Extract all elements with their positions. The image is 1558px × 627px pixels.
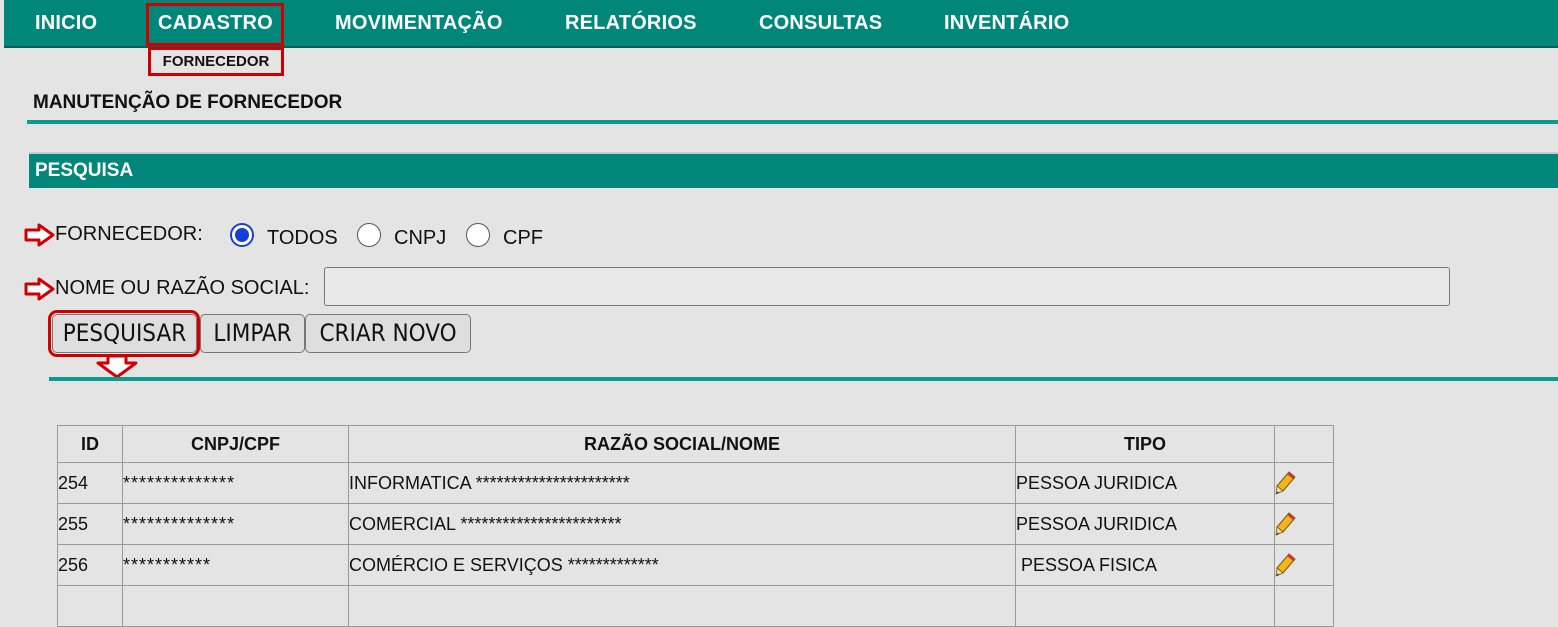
cell-cnpj-cpf: *********** bbox=[122, 544, 349, 586]
cell-id: 254 bbox=[57, 462, 123, 504]
cell-actions bbox=[1274, 462, 1334, 504]
cell-tipo: PESSOA FISICA bbox=[1015, 544, 1275, 586]
table-row[interactable]: 255 ************** COMERCIAL ***********… bbox=[57, 503, 1334, 545]
col-header-cnpj-cpf[interactable]: CNPJ/CPF bbox=[122, 425, 349, 463]
results-table: ID CNPJ/CPF RAZÃO SOCIAL/NOME TIPO 254 *… bbox=[57, 425, 1334, 627]
cell-cnpj-cpf: ************** bbox=[122, 503, 349, 545]
radio-todos-label: TODOS bbox=[267, 227, 338, 249]
submenu-item-fornecedor[interactable]: FORNECEDOR bbox=[148, 47, 284, 76]
table-row[interactable]: 254 ************** INFORMATICA *********… bbox=[57, 462, 1334, 504]
table-row[interactable]: 256 *********** COMÉRCIO E SERVIÇOS ****… bbox=[57, 544, 1334, 586]
cell-cnpj-cpf: ************** bbox=[122, 462, 349, 504]
pesquisar-highlight-box bbox=[48, 310, 200, 357]
nav-item-inicio[interactable]: INICIO bbox=[35, 12, 97, 35]
fornecedor-label: FORNECEDOR: bbox=[55, 223, 203, 245]
search-section-title: PESQUISA bbox=[35, 160, 134, 181]
pencil-icon[interactable] bbox=[1275, 470, 1297, 496]
search-section-header: PESQUISA bbox=[29, 152, 1558, 188]
page-title: MANUTENÇÃO DE FORNECEDOR bbox=[33, 92, 343, 113]
radio-cnpj[interactable] bbox=[357, 223, 381, 247]
nav-item-relatorios[interactable]: RELATÓRIOS bbox=[565, 12, 697, 35]
cell-tipo: PESSOA JURIDICA bbox=[1015, 503, 1275, 545]
nome-razao-social-label: NOME OU RAZÃO SOCIAL: bbox=[55, 277, 310, 299]
arrow-right-icon bbox=[24, 277, 55, 301]
cell-razao-social: INFORMATICA ********************** bbox=[348, 462, 1016, 504]
cell-actions bbox=[1274, 503, 1334, 545]
radio-todos[interactable] bbox=[230, 223, 254, 247]
title-divider bbox=[27, 120, 1558, 124]
cell-tipo: PESSOA JURIDICA bbox=[1015, 462, 1275, 504]
results-divider bbox=[49, 377, 1558, 381]
col-header-actions bbox=[1274, 425, 1334, 463]
cell-razao-social: COMERCIAL *********************** bbox=[348, 503, 1016, 545]
arrow-right-icon bbox=[24, 223, 55, 247]
radio-cnpj-label: CNPJ bbox=[394, 227, 447, 249]
nav-item-movimentacao[interactable]: MOVIMENTAÇÃO bbox=[335, 12, 503, 35]
criar-novo-button[interactable]: CRIAR NOVO bbox=[305, 314, 471, 353]
col-header-razao-social[interactable]: RAZÃO SOCIAL/NOME bbox=[348, 425, 1016, 463]
cell-razao-social: COMÉRCIO E SERVIÇOS ************* bbox=[348, 544, 1016, 586]
limpar-button[interactable]: LIMPAR bbox=[200, 314, 305, 353]
radio-cpf[interactable] bbox=[466, 223, 490, 247]
pencil-icon[interactable] bbox=[1275, 511, 1297, 537]
pencil-icon[interactable] bbox=[1275, 552, 1297, 578]
nav-item-inventario[interactable]: INVENTÁRIO bbox=[944, 12, 1069, 35]
radio-cpf-label: CPF bbox=[503, 227, 543, 249]
cell-actions bbox=[1274, 544, 1334, 586]
col-header-id[interactable]: ID bbox=[57, 425, 123, 463]
cell-id: 256 bbox=[57, 544, 123, 586]
cadastro-highlight-box bbox=[146, 3, 284, 46]
cell-id: 255 bbox=[57, 503, 123, 545]
table-header-row: ID CNPJ/CPF RAZÃO SOCIAL/NOME TIPO bbox=[57, 425, 1334, 463]
nome-razao-social-input[interactable] bbox=[324, 267, 1450, 306]
nav-item-consultas[interactable]: CONSULTAS bbox=[759, 12, 882, 35]
col-header-tipo[interactable]: TIPO bbox=[1015, 425, 1275, 463]
